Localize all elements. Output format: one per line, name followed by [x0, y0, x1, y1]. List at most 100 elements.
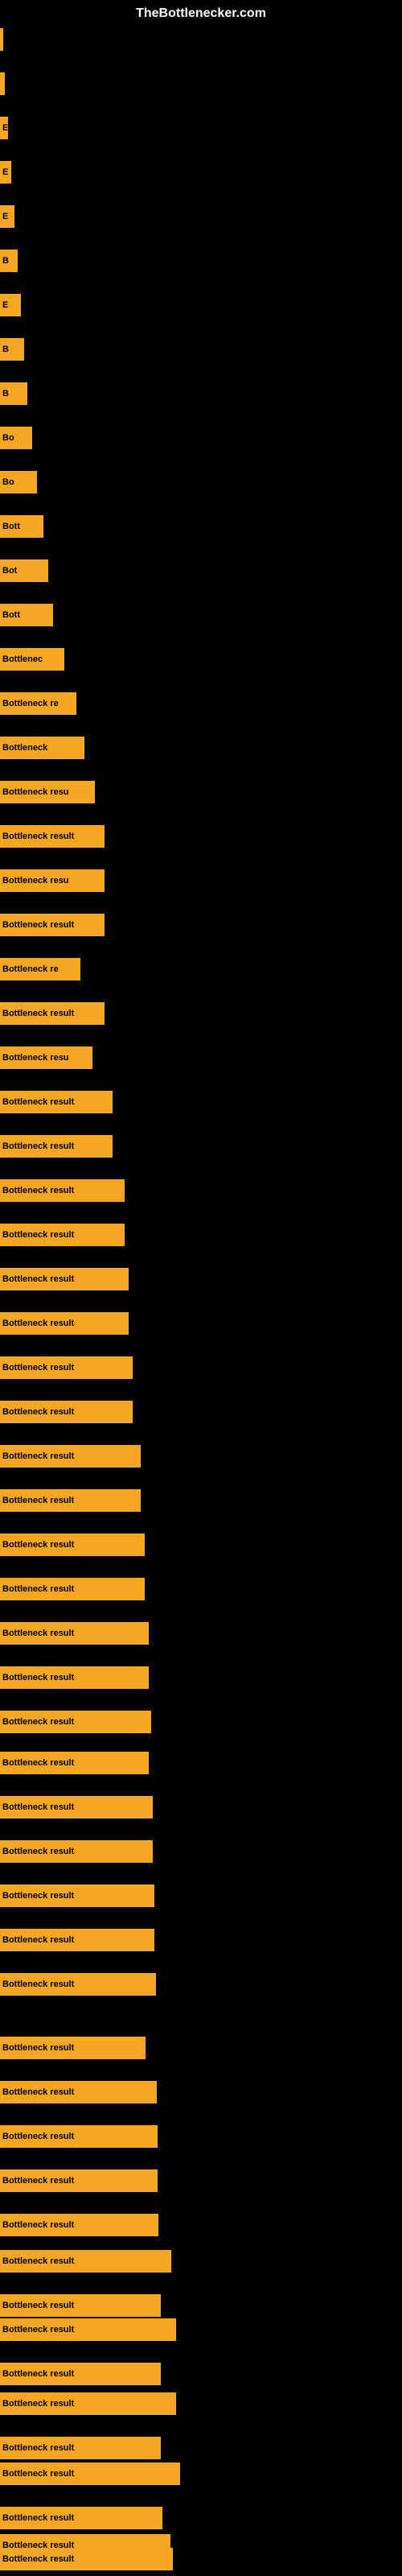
bar: Bottleneck re	[0, 958, 80, 980]
bar-row: E	[0, 294, 21, 316]
bar-row: Bottleneck result	[0, 1796, 153, 1818]
bar-row: Bottleneck result	[0, 2169, 158, 2192]
bar-row: Bottlenec	[0, 648, 64, 671]
bar-label: Bottleneck result	[0, 1891, 76, 1901]
bar-row: Bottleneck result	[0, 2318, 176, 2341]
bar-row: Bottleneck result	[0, 1711, 151, 1733]
bar: Bottleneck result	[0, 2392, 176, 2415]
bar-row: Bottleneck resu	[0, 869, 105, 892]
bar-label: Bo	[0, 433, 17, 443]
bar-row: Bottleneck result	[0, 1401, 133, 1423]
bar: Bottleneck result	[0, 1752, 149, 1774]
bar-label: Bottleneck result	[0, 1979, 76, 1989]
bar-label: E	[0, 212, 10, 221]
bar-row: Bottleneck result	[0, 1840, 153, 1863]
bar: Bottleneck resu	[0, 869, 105, 892]
bar-label: E	[0, 167, 10, 177]
bar: Bottleneck result	[0, 1929, 154, 1951]
bar-label: Bottleneck result	[0, 1847, 76, 1856]
bar: Bottleneck result	[0, 2363, 161, 2385]
bar-label: Bottleneck result	[0, 1717, 76, 1727]
bar	[0, 72, 5, 95]
bar-row: Bottleneck result	[0, 1312, 129, 1335]
bar-row: Bottleneck re	[0, 692, 76, 715]
bar: Bottleneck result	[0, 1885, 154, 1907]
bar-label: Bottleneck result	[0, 2513, 76, 2523]
bar: Bottleneck result	[0, 2081, 157, 2103]
bar: E	[0, 117, 8, 139]
bar: Bottleneck result	[0, 1179, 125, 1202]
bar-label: Bot	[0, 566, 19, 576]
bar-row: Bot	[0, 559, 48, 582]
bar: Bottleneck result	[0, 2250, 171, 2273]
bar-label: Bottleneck result	[0, 1009, 76, 1018]
bar-row: Bottleneck result	[0, 1224, 125, 1246]
bar-label: B	[0, 389, 11, 398]
bar: Bottleneck result	[0, 1135, 113, 1158]
bar-row: Bottleneck result	[0, 1973, 156, 1996]
bar-row: Bottleneck result	[0, 1135, 113, 1158]
bar-label: Bottleneck result	[0, 2325, 76, 2334]
bar-label: Bottleneck result	[0, 2399, 76, 2409]
bar-label: Bottleneck result	[0, 2043, 76, 2053]
bar: Bottleneck re	[0, 692, 76, 715]
bar-label: Bottleneck result	[0, 920, 76, 930]
bar: Bottleneck result	[0, 1445, 141, 1468]
bar-row: Bottleneck result	[0, 1356, 133, 1379]
bar-label: Bottleneck result	[0, 1274, 76, 1284]
bar-row: Bottleneck result	[0, 2507, 162, 2529]
bar: Bo	[0, 471, 37, 493]
bar: Bottleneck result	[0, 1666, 149, 1689]
bar: Bott	[0, 515, 43, 538]
bar-label: Bottleneck result	[0, 832, 76, 841]
bar-row: Bottleneck result	[0, 2392, 176, 2415]
bar: Bottleneck result	[0, 2437, 161, 2459]
bar-row: Bottleneck result	[0, 2437, 161, 2459]
bar-row: Bottleneck result	[0, 1885, 154, 1907]
bar: Bottleneck result	[0, 825, 105, 848]
bar-row	[0, 72, 5, 95]
bar: Bottleneck result	[0, 2037, 146, 2059]
bar: Bottleneck resu	[0, 781, 95, 803]
bar: Bo	[0, 427, 32, 449]
bar: Bottleneck result	[0, 2214, 158, 2236]
bar-row	[0, 28, 3, 51]
bar-label: Bottleneck resu	[0, 787, 72, 797]
bar-row: Bottleneck result	[0, 2363, 161, 2385]
bar-label: B	[0, 256, 11, 266]
bar: Bottleneck result	[0, 2462, 180, 2485]
bar: Bottleneck result	[0, 2507, 162, 2529]
bar-label: Bott	[0, 610, 23, 620]
bar-row: Bottleneck result	[0, 825, 105, 848]
bar: Bottleneck result	[0, 2318, 176, 2341]
bar: Bottleneck result	[0, 1489, 141, 1512]
bar: Bottleneck result	[0, 914, 105, 936]
bar: B	[0, 338, 24, 361]
bar-row: Bott	[0, 604, 53, 626]
bar-label: Bottleneck result	[0, 2554, 76, 2564]
bar	[0, 28, 3, 51]
bar: B	[0, 382, 27, 405]
bar: B	[0, 250, 18, 272]
bar-row: Bottleneck	[0, 737, 84, 759]
bar: Bottleneck result	[0, 1973, 156, 1996]
bar-row: Bo	[0, 427, 32, 449]
bar-label: Bottleneck result	[0, 1935, 76, 1945]
bar-label: Bo	[0, 477, 17, 487]
bar-label: Bottleneck resu	[0, 876, 72, 886]
bar-label: Bottleneck result	[0, 1141, 76, 1151]
bar: Bottleneck result	[0, 1312, 129, 1335]
bar: Bottleneck result	[0, 1002, 105, 1025]
bar-label: Bottleneck re	[0, 964, 61, 974]
bar-label: Bottleneck result	[0, 1540, 76, 1550]
bar-label: Bottleneck re	[0, 699, 61, 708]
bar-row: Bo	[0, 471, 37, 493]
bar-label: Bottleneck result	[0, 2369, 76, 2379]
bar: Bottleneck result	[0, 1268, 129, 1290]
bar-row: E	[0, 161, 11, 184]
bar-label: Bottlenec	[0, 654, 45, 664]
bar-row: Bottleneck resu	[0, 1046, 92, 1069]
bar-label: Bottleneck result	[0, 2469, 76, 2479]
bar: Bottleneck result	[0, 1356, 133, 1379]
bar-row: Bottleneck result	[0, 2214, 158, 2236]
